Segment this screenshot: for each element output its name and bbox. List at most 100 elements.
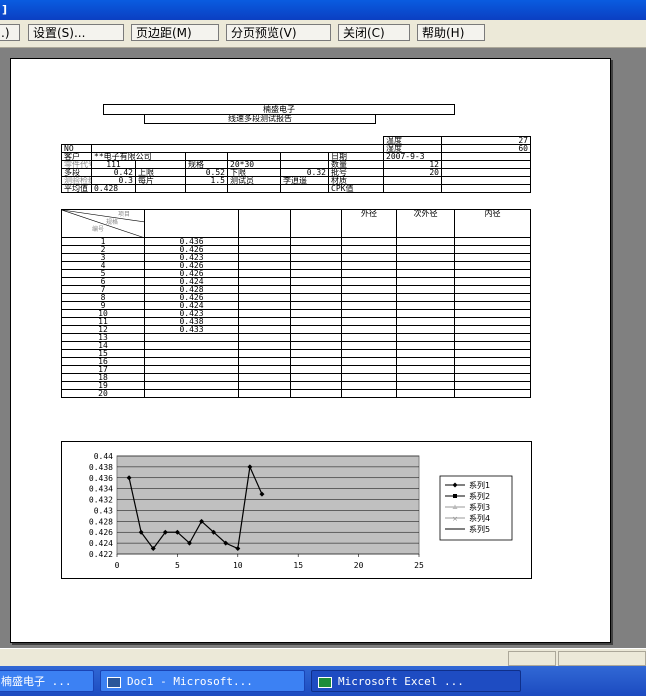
row-value: 0.433 [144, 325, 239, 334]
row-value: 0.424 [144, 301, 239, 310]
y-tick-label: 0.428 [89, 517, 113, 526]
table-cell [396, 365, 455, 374]
row-number: 5 [61, 269, 145, 278]
table-cell [454, 341, 531, 350]
row-value: 0.426 [144, 269, 239, 278]
material-label: 材质 [328, 176, 384, 185]
diagonal-lines [62, 210, 144, 237]
table-cell [290, 293, 342, 302]
code-label: 批号 [328, 168, 384, 177]
table-row: 5 0.426 [61, 269, 531, 278]
table-cell [341, 309, 397, 318]
row-value: 0.428 [144, 285, 239, 294]
table-cell [290, 277, 342, 286]
line-value: 0.3 [91, 176, 136, 185]
table-cell [454, 301, 531, 310]
table-cell [290, 309, 342, 318]
taskbar-item-label: 楠盛电子 ... [1, 675, 72, 688]
y-tick-label: 0.424 [89, 539, 113, 548]
page-break-preview-button[interactable]: 分页预览(V) [226, 24, 331, 41]
line-label: 测验检线 [61, 176, 92, 185]
table-cell [341, 269, 397, 278]
setup-button[interactable]: 设置(S)... [28, 24, 124, 41]
row-value [144, 349, 239, 358]
table-cell [238, 325, 291, 334]
margins-button[interactable]: 页边距(M) [131, 24, 219, 41]
customer-value: **电子有限公司 [91, 152, 186, 161]
table-cell [454, 269, 531, 278]
table-cell [396, 373, 455, 382]
part-label: 零件代号 [61, 160, 92, 169]
table-cell [396, 285, 455, 294]
spec-label: 规格 [185, 160, 228, 169]
table-cell [238, 261, 291, 270]
legend-label: 系列5 [469, 524, 490, 534]
table-row: 4 0.426 [61, 261, 531, 270]
previous-button[interactable]: .) [0, 24, 20, 41]
x-tick-label: 5 [175, 561, 180, 570]
row-value: 0.426 [144, 293, 239, 302]
table-cell [238, 341, 291, 350]
taskbar-item-company[interactable]: 楠盛电子 ... [0, 670, 94, 692]
row-number: 12 [61, 325, 145, 334]
table-cell [341, 341, 397, 350]
table-cell [396, 309, 455, 318]
table-row: 3 0.423 [61, 253, 531, 262]
table-cell [454, 333, 531, 342]
table-cell [341, 277, 397, 286]
table-cell [341, 317, 397, 326]
table-cell [396, 381, 455, 390]
qty-value: 12 [383, 160, 442, 169]
table-cell [341, 261, 397, 270]
table-row: 10 0.423 [61, 309, 531, 318]
table-cell [238, 349, 291, 358]
plot-area [116, 455, 420, 555]
table-cell [341, 389, 397, 398]
y-tick-label: 0.422 [89, 550, 113, 559]
y-tick-label: 0.434 [89, 485, 113, 494]
avg-label: 平均值 [61, 184, 92, 193]
table-cell [238, 293, 291, 302]
avg-value: 0.428 [91, 184, 136, 193]
word-icon [107, 676, 121, 688]
table-cell [290, 237, 342, 246]
help-button[interactable]: 帮助(H) [417, 24, 485, 41]
taskbar: 楠盛电子 ... Doc1 - Microsoft... Microsoft E… [0, 666, 646, 696]
excel-icon [318, 676, 332, 688]
table-cell [341, 253, 397, 262]
table-cell [341, 357, 397, 366]
table-row: 8 0.426 [61, 293, 531, 302]
customer-label: 客户 [61, 152, 92, 161]
table-cell [290, 389, 342, 398]
table-cell [290, 349, 342, 358]
row-value [144, 381, 239, 390]
pieces-label: 每片 [135, 176, 186, 185]
measurement-table: 项目 规格 编号 外径 次外径 内径 1 0.436 2 0.426 3 0.423 4 0.… [61, 209, 531, 398]
row-number: 11 [61, 317, 145, 326]
table-cell [396, 357, 455, 366]
row-number: 4 [61, 261, 145, 270]
close-button[interactable]: 关闭(C) [338, 24, 410, 41]
print-preview-toolbar: .) 设置(S)... 页边距(M) 分页预览(V) 关闭(C) 帮助(H) [0, 20, 646, 48]
table-cell [454, 245, 531, 254]
table-cell [290, 253, 342, 262]
row-number: 13 [61, 333, 145, 342]
taskbar-item-excel[interactable]: Microsoft Excel ... [311, 670, 521, 692]
table-row: 13 [61, 333, 531, 342]
table-cell [396, 341, 455, 350]
status-bar [0, 648, 646, 667]
taskbar-item-word[interactable]: Doc1 - Microsoft... [100, 670, 305, 692]
header-num: 编号 [92, 226, 105, 233]
table-cell [238, 389, 291, 398]
col-second: 次外径 [396, 209, 455, 238]
table-cell [290, 357, 342, 366]
table-cell [238, 253, 291, 262]
lower-label: 下限 [227, 168, 281, 177]
table-cell [396, 389, 455, 398]
table-cell [454, 349, 531, 358]
row-number: 18 [61, 373, 145, 382]
chart-area: 0.44 0.438 0.436 0.434 0.432 0.43 0.428 0.426 0.… [61, 441, 532, 579]
row-value: 0.423 [144, 253, 239, 262]
table-cell [454, 365, 531, 374]
ratio-value: 0.42 [91, 168, 136, 177]
